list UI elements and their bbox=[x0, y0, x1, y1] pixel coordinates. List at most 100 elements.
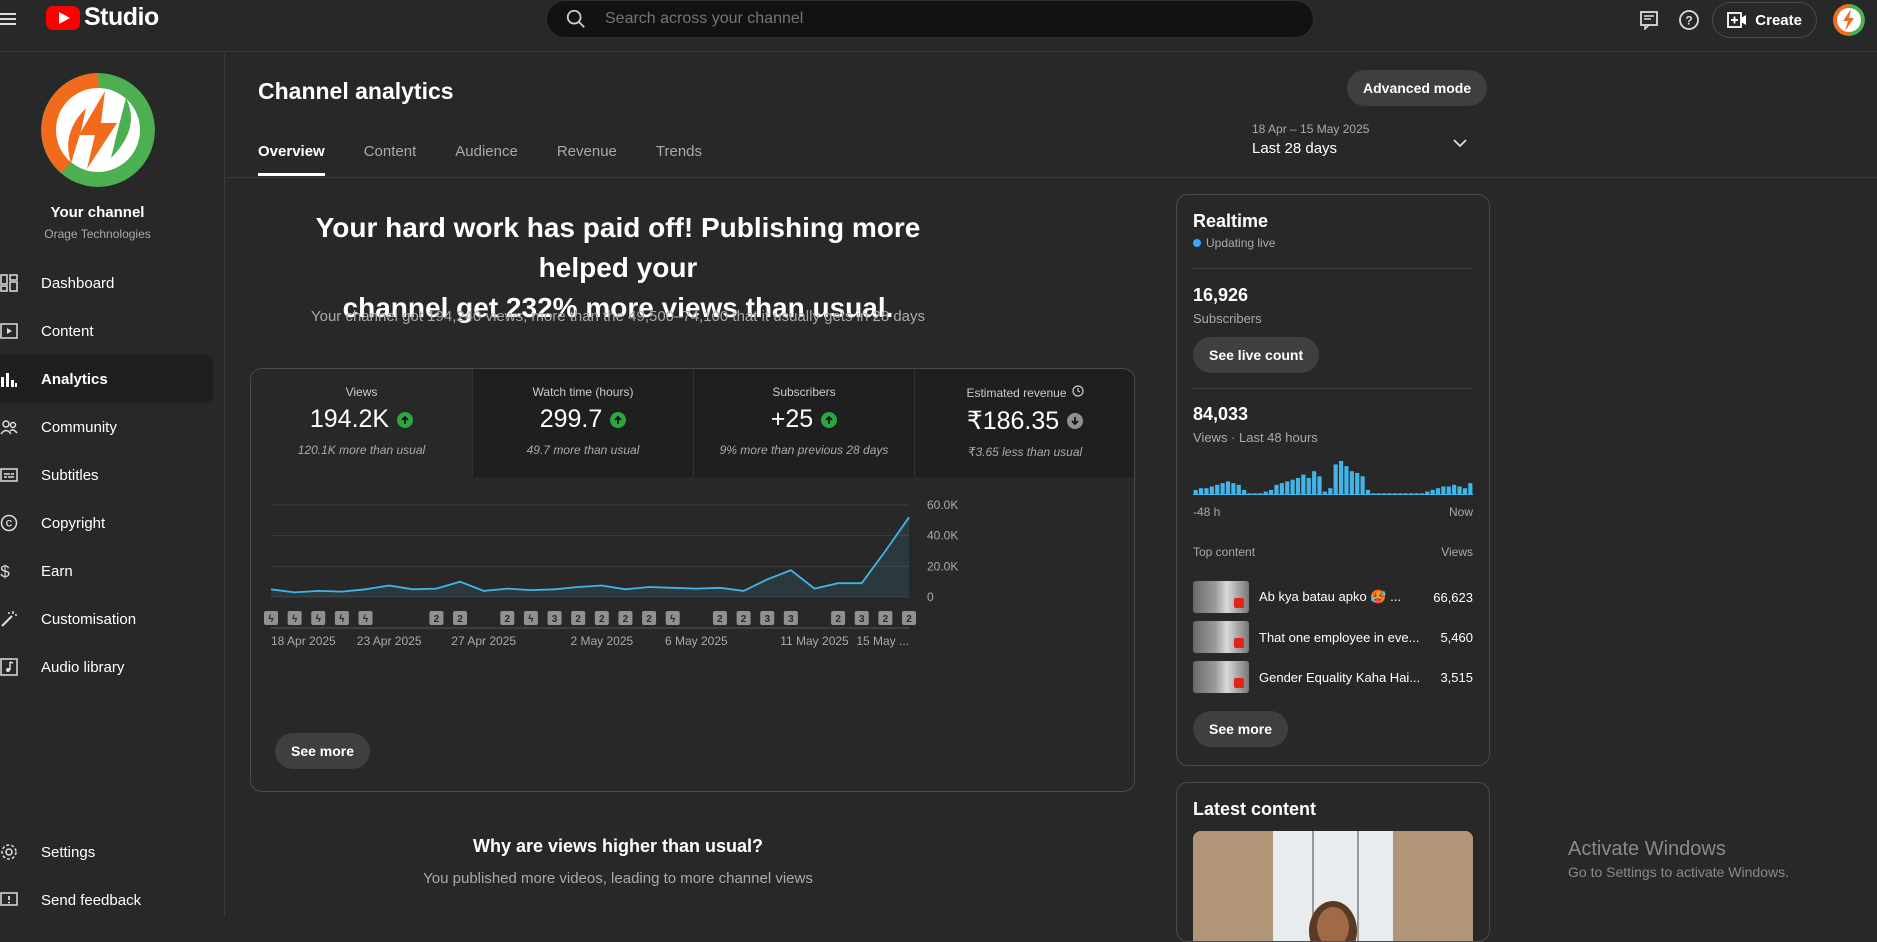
sidebar-item-label: Audio library bbox=[41, 658, 125, 676]
metric-watch-time[interactable]: Watch time (hours) 299.7 49.7 more than … bbox=[472, 369, 693, 477]
shorts-upload-marker[interactable]: ϟ bbox=[523, 611, 538, 625]
earn-icon: $ bbox=[0, 562, 18, 580]
top-content-label: Top content bbox=[1193, 545, 1256, 559]
svg-text:3: 3 bbox=[859, 614, 865, 625]
date-range-picker[interactable]: 18 Apr – 15 May 2025 Last 28 days bbox=[1252, 122, 1369, 157]
realtime-bar bbox=[1236, 484, 1241, 495]
upload-count-marker[interactable]: 2 bbox=[453, 611, 468, 625]
metric-estimated-revenue[interactable]: Estimated revenue ₹186.35 ₹3.65 less tha… bbox=[914, 369, 1134, 477]
chart-x-tick-label: 15 May ... bbox=[856, 634, 909, 648]
latest-content-thumbnail[interactable] bbox=[1193, 831, 1473, 941]
top-content-row[interactable]: That one employee in eve... 5,460 bbox=[1193, 620, 1473, 654]
community-icon bbox=[0, 418, 18, 436]
studio-logo[interactable]: Studio bbox=[46, 3, 159, 32]
sidebar-item-content[interactable]: Content bbox=[0, 307, 213, 355]
shorts-upload-marker[interactable]: ϟ bbox=[264, 611, 278, 625]
feedback-icon[interactable] bbox=[1632, 3, 1666, 37]
metric-value: ₹186.35 bbox=[966, 407, 1060, 435]
top-content-row[interactable]: Ab kya batau apko 🥵 ... 66,623 bbox=[1193, 580, 1473, 614]
realtime-views-value: 84,033 bbox=[1193, 404, 1249, 424]
chevron-down-icon[interactable] bbox=[1452, 135, 1468, 153]
sidebar-item-community[interactable]: Community bbox=[0, 403, 213, 451]
divider bbox=[1193, 388, 1473, 389]
upload-count-marker[interactable]: 2 bbox=[618, 611, 633, 625]
upload-count-marker[interactable]: 2 bbox=[831, 611, 846, 625]
sidebar-item-earn[interactable]: $ Earn bbox=[0, 547, 213, 595]
upload-count-marker[interactable]: 3 bbox=[760, 611, 775, 625]
windows-activation-watermark: Activate Windows Go to Settings to activ… bbox=[1568, 838, 1789, 880]
shorts-upload-marker[interactable]: ϟ bbox=[311, 611, 326, 625]
upload-count-marker[interactable]: 2 bbox=[712, 611, 727, 625]
menu-icon[interactable] bbox=[0, 10, 20, 30]
metric-subscribers[interactable]: Subscribers +25 9% more than previous 28… bbox=[693, 369, 914, 477]
channel-handle: Orage Technologies bbox=[44, 227, 151, 241]
chart-x-tick-label: 27 Apr 2025 bbox=[451, 634, 516, 648]
chart-y-tick-label: 60.0K bbox=[927, 498, 958, 512]
tab-audience[interactable]: Audience bbox=[455, 143, 518, 176]
chart-see-more-button[interactable]: See more bbox=[275, 733, 371, 769]
upload-count-marker[interactable]: 3 bbox=[783, 611, 798, 625]
svg-text:ϟ: ϟ bbox=[316, 614, 322, 625]
sidebar-item-audio-library[interactable]: Audio library bbox=[0, 643, 213, 691]
metric-views[interactable]: Views 194.2K 120.1K more than usual bbox=[251, 369, 472, 477]
shorts-upload-marker[interactable]: ϟ bbox=[287, 611, 302, 625]
chart-x-tick-label: 18 Apr 2025 bbox=[271, 634, 336, 648]
realtime-bar bbox=[1349, 471, 1354, 495]
account-avatar[interactable] bbox=[1833, 4, 1865, 36]
upload-count-marker[interactable]: 2 bbox=[500, 611, 515, 625]
top-content-see-more-button[interactable]: See more bbox=[1193, 711, 1289, 747]
svg-text:$: $ bbox=[0, 562, 10, 580]
upload-count-marker[interactable]: 3 bbox=[854, 611, 869, 625]
top-content-row[interactable]: Gender Equality Kaha Hai... 3,515 bbox=[1193, 660, 1473, 694]
sidebar-item-dashboard[interactable]: Dashboard bbox=[0, 259, 213, 307]
advanced-mode-button[interactable]: Advanced mode bbox=[1347, 70, 1488, 106]
tab-content[interactable]: Content bbox=[364, 143, 417, 176]
content-icon bbox=[0, 322, 18, 340]
upload-count-marker[interactable]: 3 bbox=[547, 611, 562, 625]
see-live-count-button[interactable]: See live count bbox=[1193, 337, 1320, 373]
tab-trends[interactable]: Trends bbox=[656, 143, 702, 176]
svg-text:?: ? bbox=[1686, 14, 1693, 28]
upload-count-marker[interactable]: 2 bbox=[902, 611, 916, 625]
svg-text:2: 2 bbox=[883, 614, 889, 625]
sidebar-item-analytics[interactable]: Analytics bbox=[0, 355, 213, 403]
search-input[interactable] bbox=[605, 10, 1205, 28]
channel-avatar[interactable] bbox=[41, 73, 155, 187]
tab-overview[interactable]: Overview bbox=[258, 143, 325, 176]
realtime-bar bbox=[1306, 478, 1311, 495]
shorts-upload-marker[interactable]: ϟ bbox=[665, 611, 680, 625]
realtime-bar-chart[interactable] bbox=[1193, 453, 1473, 495]
feedback-flag-icon bbox=[0, 891, 18, 909]
sidebar-item-label: Send feedback bbox=[41, 891, 142, 909]
chart-x-tick-label: 2 May 2025 bbox=[570, 634, 633, 648]
upload-count-marker[interactable]: 2 bbox=[878, 611, 893, 625]
sidebar-item-settings[interactable]: Settings bbox=[0, 828, 213, 876]
youtube-logo-icon bbox=[46, 5, 80, 30]
metric-label: Views bbox=[345, 385, 378, 399]
realtime-bar bbox=[1441, 486, 1446, 495]
sidebar-item-customisation[interactable]: Customisation bbox=[0, 595, 213, 643]
upload-count-marker[interactable]: 2 bbox=[571, 611, 586, 625]
realtime-title: Realtime bbox=[1193, 211, 1269, 231]
upload-count-marker[interactable]: 2 bbox=[642, 611, 657, 625]
create-button[interactable]: Create bbox=[1712, 2, 1817, 38]
shorts-upload-marker[interactable]: ϟ bbox=[334, 611, 349, 625]
sidebar-item-subtitles[interactable]: Subtitles bbox=[0, 451, 213, 499]
sidebar-item-copyright[interactable]: C Copyright bbox=[0, 499, 213, 547]
customisation-icon bbox=[0, 610, 18, 628]
tab-revenue[interactable]: Revenue bbox=[557, 143, 617, 176]
chart-y-tick-label: 0 bbox=[927, 590, 934, 604]
upload-count-marker[interactable]: 2 bbox=[429, 611, 444, 625]
analytics-icon bbox=[0, 370, 18, 388]
metric-note: ₹3.65 less than usual bbox=[967, 445, 1083, 459]
sidebar-item-label: Dashboard bbox=[41, 274, 115, 292]
upload-count-marker[interactable]: 2 bbox=[594, 611, 609, 625]
shorts-upload-marker[interactable]: ϟ bbox=[358, 611, 373, 625]
search-bar[interactable] bbox=[546, 0, 1314, 38]
subtitles-icon bbox=[0, 466, 18, 484]
sidebar-item-label: Earn bbox=[41, 562, 73, 580]
upload-count-marker[interactable]: 2 bbox=[736, 611, 751, 625]
views-chart[interactable]: ϟ ϟ ϟ ϟ ϟ 2 2 2 ϟ 3 2 2 2 2 ϟ 2 2 3 3 2 3 2 2 18 Apr 2025 23 Ap… bbox=[251, 477, 1135, 697]
create-label: Create bbox=[1755, 11, 1802, 29]
help-icon[interactable]: ? bbox=[1672, 3, 1706, 37]
